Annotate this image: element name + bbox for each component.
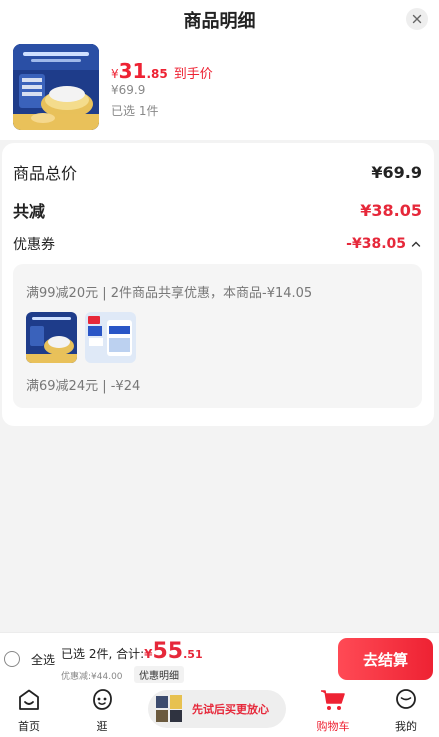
promo-banner[interactable]: 先试后买更放心	[148, 690, 286, 728]
discount-detail-link[interactable]: 优惠明细	[134, 666, 184, 683]
page-title: 商品明细	[183, 11, 256, 32]
checkout-bar: 全选 已选 2件, 合计: ¥ 55 .51 优惠减:¥44.00 优惠明细 去…	[0, 632, 439, 684]
coupon-value: -¥38.05	[346, 236, 406, 252]
coupon-rule-2: 满69减24元 | -¥24	[26, 379, 141, 394]
coupon-label: 优惠券	[13, 237, 55, 253]
select-all-label[interactable]: 全选	[31, 651, 55, 668]
product-photo-small	[85, 312, 136, 363]
select-all-radio[interactable]	[4, 651, 20, 667]
final-price: ¥ 31 .85 到手价	[111, 59, 213, 83]
tab-cart-label: 购物车	[316, 720, 350, 733]
coupon-rule-1: 满99减20元 | 2件商品共享优惠，本商品-¥14.05	[26, 286, 313, 301]
product-photo	[13, 44, 99, 130]
coupon-toggle[interactable]: -¥38.05	[346, 236, 422, 252]
price-integer: 31	[118, 59, 147, 83]
price-currency: ¥	[111, 67, 119, 81]
cart-icon	[321, 690, 345, 710]
tab-home[interactable]: 首页	[4, 688, 54, 734]
checkout-button[interactable]: 去结算	[338, 638, 433, 680]
tab-cart[interactable]: 购物车	[308, 688, 358, 734]
tab-browse-label: 逛	[96, 720, 108, 733]
promo-thumbnails	[154, 694, 186, 724]
discount-amount: 优惠减:¥44.00	[61, 672, 123, 682]
price-decimal: .85	[146, 67, 168, 81]
total-price-value: ¥69.9	[371, 162, 422, 182]
promo-images	[156, 695, 182, 722]
price-detail-card: 商品总价 ¥69.9 共减 ¥38.05 优惠券 -¥38.05 满99减20元…	[2, 143, 434, 426]
tab-home-label: 首页	[18, 720, 40, 733]
close-icon	[412, 14, 422, 24]
tab-profile-label: 我的	[395, 720, 417, 733]
coupon-product-thumb-1[interactable]	[26, 312, 77, 363]
cart-detail-page: 商品明细 ¥ 31 .85 到手价 ¥69.9 已选 1件 商品总价 ¥69.9…	[0, 0, 439, 737]
summary-integer: 55	[152, 639, 184, 664]
reduction-label: 共减	[13, 202, 46, 221]
chevron-up-icon	[411, 241, 421, 247]
tab-browse[interactable]: 逛	[77, 688, 127, 734]
summary-currency: ¥	[144, 647, 153, 661]
promo-text: 先试后买更放心	[192, 703, 269, 716]
product-photo-small	[26, 312, 77, 363]
original-price: ¥69.9	[111, 83, 146, 97]
face-icon	[93, 689, 112, 710]
product-image[interactable]	[13, 44, 99, 130]
summary-decimal: .51	[183, 648, 203, 661]
reduction-value: ¥38.05	[360, 200, 422, 220]
order-summary: 已选 2件, 合计: ¥ 55 .51	[61, 639, 203, 664]
close-button[interactable]	[406, 8, 428, 30]
coupon-detail-box: 满99减20元 | 2件商品共享优惠，本商品-¥14.05 满69减24元 | …	[13, 264, 422, 408]
summary-text: 已选 2件, 合计:	[61, 647, 145, 661]
home-icon	[19, 689, 39, 710]
tab-profile[interactable]: 我的	[381, 688, 431, 734]
to-hand-label: 到手价	[173, 67, 213, 82]
total-price-row: 商品总价 ¥69.9	[13, 160, 422, 184]
selected-count: 已选 1件	[111, 104, 159, 118]
product-header-area: 商品明细 ¥ 31 .85 到手价 ¥69.9 已选 1件	[0, 0, 439, 140]
reduction-row: 共减 ¥38.05	[13, 198, 422, 222]
user-icon	[396, 689, 416, 709]
total-price-label: 商品总价	[13, 164, 78, 183]
bottom-tab-bar: 首页 逛 先试后买更放心 购物车 我的	[0, 684, 439, 737]
coupon-product-thumb-2[interactable]	[85, 312, 136, 363]
coupon-row[interactable]: 优惠券 -¥38.05	[13, 234, 422, 254]
